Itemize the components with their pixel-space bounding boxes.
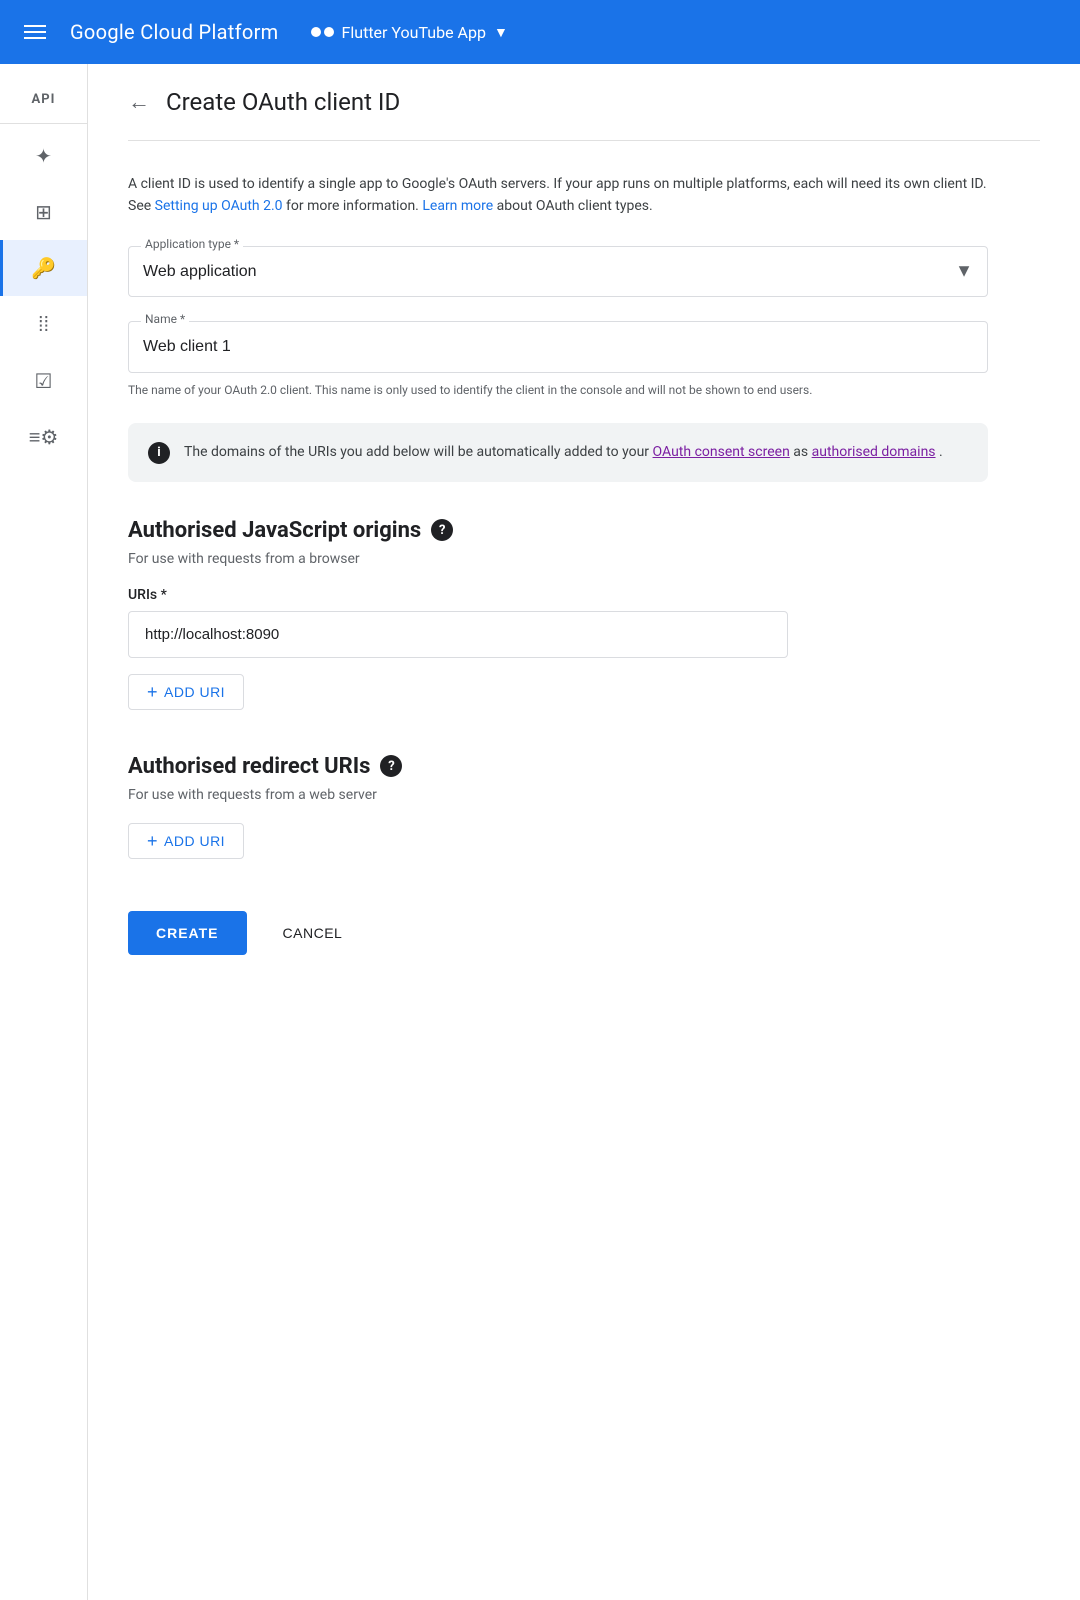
description-text-end: about OAuth client types.	[497, 198, 653, 214]
sidebar-item-checklist[interactable]: ☑	[0, 353, 87, 409]
project-icon	[311, 27, 334, 37]
redirect-uris-help-icon[interactable]: ?	[380, 755, 402, 777]
api-label: API	[32, 80, 56, 119]
checklist-icon: ☑	[35, 369, 53, 393]
info-box: i The domains of the URIs you add below …	[128, 423, 988, 482]
info-text-end: .	[939, 444, 943, 460]
back-button[interactable]: ←	[128, 89, 150, 115]
name-input[interactable]	[129, 322, 987, 372]
name-section: Name The name of your OAuth 2.0 client. …	[128, 321, 988, 399]
brand-label: Google Cloud Platform	[70, 20, 279, 44]
redirect-uris-section: Authorised redirect URIs ? For use with …	[128, 754, 1040, 895]
redirect-uris-subtitle: For use with requests from a web server	[128, 787, 1040, 803]
redirect-plus-icon: +	[147, 832, 158, 850]
settings-icon: ≡⚙	[29, 425, 59, 450]
library-icon: ⁞⁞	[38, 312, 49, 337]
name-label: Name	[141, 312, 189, 326]
js-origins-subtitle: For use with requests from a browser	[128, 551, 1040, 567]
create-button[interactable]: CREATE	[128, 911, 247, 955]
chevron-down-icon: ▼	[494, 24, 508, 41]
plus-icon: +	[147, 683, 158, 701]
learn-more-link[interactable]: Learn more	[422, 198, 493, 214]
redirect-add-uri-label: ADD URI	[164, 833, 225, 849]
add-uri-label: ADD URI	[164, 684, 225, 700]
page-description: A client ID is used to identify a single…	[128, 173, 988, 218]
page-header: ← Create OAuth client ID	[128, 64, 1040, 141]
app-type-field: Application type Web application Android…	[128, 246, 988, 297]
sidebar-item-home[interactable]: ✦	[0, 128, 87, 184]
name-field-container: Name	[128, 321, 988, 373]
content-area: ← Create OAuth client ID A client ID is …	[88, 64, 1080, 1600]
js-origins-heading: Authorised JavaScript origins ?	[128, 518, 1040, 543]
app-type-label: Application type	[141, 237, 243, 251]
js-uris-label: URIs *	[128, 587, 1040, 603]
redirect-uris-title: Authorised redirect URIs	[128, 754, 370, 779]
sidebar-item-library[interactable]: ⁞⁞	[0, 296, 87, 353]
key-icon: 🔑	[31, 256, 56, 280]
dashboard-icon: ⊞	[35, 200, 52, 224]
oauth-setup-link[interactable]: Setting up OAuth 2.0	[155, 198, 283, 214]
app-type-section: Application type Web application Android…	[128, 246, 988, 297]
project-selector[interactable]: Flutter YouTube App ▼	[311, 23, 508, 42]
oauth-consent-link[interactable]: OAuth consent screen	[653, 444, 790, 460]
uri-required-star: *	[161, 587, 167, 603]
info-icon: i	[148, 442, 170, 464]
sidebar-item-dashboard[interactable]: ⊞	[0, 184, 87, 240]
hamburger-menu[interactable]	[16, 17, 54, 47]
sidebar-divider	[0, 123, 87, 124]
home-icon: ✦	[35, 144, 52, 168]
page-title: Create OAuth client ID	[166, 88, 400, 116]
redirect-uris-add-uri-button[interactable]: + ADD URI	[128, 823, 244, 859]
info-text: The domains of the URIs you add below wi…	[184, 441, 943, 463]
app-type-select[interactable]: Web application Android iOS Desktop app	[129, 247, 987, 296]
js-origins-add-uri-button[interactable]: + ADD URI	[128, 674, 244, 710]
navbar: Google Cloud Platform Flutter YouTube Ap…	[0, 0, 1080, 64]
sidebar-item-settings[interactable]: ≡⚙	[0, 409, 87, 466]
description-text-mid: for more information.	[286, 198, 419, 214]
js-origins-uri-input[interactable]	[128, 611, 788, 658]
redirect-uris-heading: Authorised redirect URIs ?	[128, 754, 1040, 779]
js-origins-section: Authorised JavaScript origins ? For use …	[128, 518, 1040, 746]
js-origins-help-icon[interactable]: ?	[431, 519, 453, 541]
authorised-domains-link[interactable]: authorised domains	[812, 444, 936, 460]
js-origins-title: Authorised JavaScript origins	[128, 518, 421, 543]
name-hint: The name of your OAuth 2.0 client. This …	[128, 381, 988, 399]
bottom-actions: CREATE CANCEL	[128, 903, 1040, 955]
cancel-button[interactable]: CANCEL	[263, 911, 363, 955]
sidebar-item-credentials[interactable]: 🔑	[0, 240, 87, 296]
info-text-start: The domains of the URIs you add below wi…	[184, 444, 649, 460]
sidebar: API ✦ ⊞ 🔑 ⁞⁞ ☑ ≡⚙	[0, 64, 88, 1600]
project-name: Flutter YouTube App	[342, 23, 486, 42]
main-layout: API ✦ ⊞ 🔑 ⁞⁞ ☑ ≡⚙ ← Create OAuth client …	[0, 64, 1080, 1600]
info-text-mid: as	[793, 444, 808, 460]
